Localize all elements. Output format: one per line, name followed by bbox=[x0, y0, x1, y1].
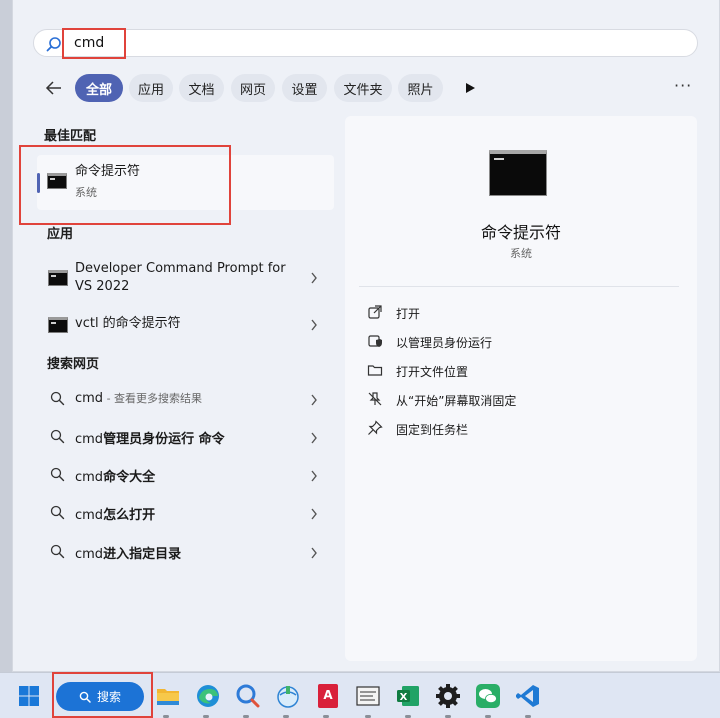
action-unpin-start[interactable]: 从“开始”屏幕取消固定 bbox=[367, 389, 667, 411]
search-icon bbox=[50, 391, 65, 406]
web-search-heading: 搜索网页 bbox=[47, 357, 100, 372]
app-title-line1: Developer Command Prompt for bbox=[75, 261, 286, 276]
svg-text:A: A bbox=[323, 688, 333, 702]
web-query: cmd bbox=[75, 547, 104, 562]
action-pin-taskbar-label: 固定到任务栏 bbox=[396, 423, 469, 437]
web-suggestion: 命令大全 bbox=[103, 470, 156, 485]
action-unpin-start-label: 从“开始”屏幕取消固定 bbox=[396, 394, 517, 408]
app-result-item[interactable]: Developer Command Prompt for VS 2022 bbox=[44, 258, 334, 298]
command-prompt-icon bbox=[48, 317, 68, 333]
more-options-icon[interactable]: ··· bbox=[674, 76, 692, 95]
admin-shield-icon bbox=[368, 335, 382, 347]
edge-browser-icon[interactable] bbox=[193, 681, 223, 711]
chevron-right-icon[interactable] bbox=[310, 319, 318, 331]
action-run-as-admin-label: 以管理员身份运行 bbox=[396, 336, 493, 350]
tab-documents[interactable]: 文档 bbox=[179, 74, 224, 102]
action-open[interactable]: 打开 bbox=[367, 302, 667, 324]
search-icon bbox=[50, 429, 65, 444]
action-pin-taskbar[interactable]: 固定到任务栏 bbox=[367, 418, 667, 440]
action-open-file-location[interactable]: 打开文件位置 bbox=[367, 360, 667, 382]
chevron-right-icon[interactable] bbox=[310, 470, 318, 482]
web-hint: - 查看更多搜索结果 bbox=[103, 392, 203, 405]
search-input[interactable]: cmd bbox=[33, 29, 698, 57]
chevron-right-icon[interactable] bbox=[310, 508, 318, 520]
search-query-highlight bbox=[62, 28, 126, 59]
unpin-icon bbox=[368, 392, 382, 406]
excel-icon[interactable]: X bbox=[393, 681, 423, 711]
tab-apps[interactable]: 应用 bbox=[129, 74, 173, 102]
action-run-as-admin[interactable]: 以管理员身份运行 bbox=[367, 331, 667, 353]
search-icon bbox=[50, 467, 65, 482]
web-query: cmd bbox=[75, 391, 104, 406]
pin-icon bbox=[368, 420, 383, 435]
chevron-right-icon[interactable] bbox=[310, 394, 318, 406]
open-external-icon bbox=[368, 305, 382, 319]
details-title: 命令提示符 bbox=[480, 223, 561, 242]
search-icon bbox=[50, 544, 65, 559]
app-title: vctl 的命令提示符 bbox=[75, 316, 181, 331]
file-explorer-icon[interactable] bbox=[153, 681, 183, 711]
taskbar-search-highlight bbox=[52, 672, 153, 718]
web-result-text: cmd管理员身份运行 命令 bbox=[75, 428, 225, 447]
action-open-file-location-label: 打开文件位置 bbox=[396, 365, 469, 379]
filter-bar: 全部 应用 文档 网页 设置 文件夹 照片 ··· bbox=[44, 74, 704, 102]
search-icon bbox=[50, 505, 65, 520]
wechat-icon[interactable] bbox=[473, 681, 503, 711]
more-filters-arrow-icon[interactable] bbox=[464, 82, 476, 94]
web-result-item[interactable]: cmd进入指定目录 bbox=[44, 537, 334, 567]
folder-icon bbox=[367, 365, 383, 376]
back-arrow-icon[interactable] bbox=[44, 78, 64, 98]
chevron-right-icon[interactable] bbox=[310, 272, 318, 284]
web-result-item[interactable]: cmd管理员身份运行 命令 bbox=[44, 422, 334, 452]
best-match-heading: 最佳匹配 bbox=[44, 129, 97, 144]
tab-all[interactable]: 全部 bbox=[75, 74, 123, 102]
divider bbox=[359, 286, 679, 287]
web-suggestion: 怎么打开 bbox=[103, 508, 156, 523]
web-result-text: cmd - 查看更多搜索结果 bbox=[75, 390, 202, 406]
tab-photos[interactable]: 照片 bbox=[398, 74, 443, 102]
app-result-item[interactable]: vctl 的命令提示符 bbox=[44, 309, 334, 339]
tab-web[interactable]: 网页 bbox=[231, 74, 275, 102]
best-match-highlight bbox=[19, 145, 231, 225]
search-icon bbox=[46, 37, 61, 52]
action-open-label: 打开 bbox=[396, 307, 421, 321]
web-suggestion: 管理员身份运行 命令 bbox=[103, 432, 225, 447]
web-result-item[interactable]: cmd命令大全 bbox=[44, 460, 334, 490]
web-query: cmd bbox=[75, 470, 104, 485]
chevron-right-icon[interactable] bbox=[310, 432, 318, 444]
autocad-icon[interactable]: A bbox=[313, 681, 343, 711]
vs-code-icon[interactable] bbox=[513, 681, 543, 711]
details-pane: 命令提示符 系统 打开 以管理员身份运行 打开文件位置 从“开始”屏幕取消固定 bbox=[345, 116, 697, 661]
web-result-text: cmd怎么打开 bbox=[75, 504, 155, 523]
web-suggestion: 进入指定目录 bbox=[103, 547, 182, 562]
tab-settings[interactable]: 设置 bbox=[282, 74, 327, 102]
web-query: cmd bbox=[75, 508, 104, 523]
search-app-icon[interactable] bbox=[233, 681, 263, 711]
notepad-app-icon[interactable] bbox=[353, 681, 383, 711]
web-result-item[interactable]: cmd - 查看更多搜索结果 bbox=[44, 384, 334, 414]
app-title-line2: VS 2022 bbox=[75, 279, 130, 294]
command-prompt-large-icon bbox=[489, 150, 547, 196]
chevron-right-icon[interactable] bbox=[310, 547, 318, 559]
web-query: cmd bbox=[75, 432, 104, 447]
details-subtitle: 系统 bbox=[510, 247, 532, 260]
web-result-text: cmd命令大全 bbox=[75, 466, 155, 485]
taskbar: 搜索 A X bbox=[0, 672, 720, 718]
windows-start-icon[interactable] bbox=[14, 681, 44, 711]
settings-gear-icon[interactable] bbox=[433, 681, 463, 711]
tab-folders[interactable]: 文件夹 bbox=[334, 74, 392, 102]
apps-heading: 应用 bbox=[47, 227, 74, 242]
network-app-icon[interactable] bbox=[273, 681, 303, 711]
command-prompt-icon bbox=[48, 270, 68, 286]
web-result-text: cmd进入指定目录 bbox=[75, 543, 181, 562]
svg-text:X: X bbox=[400, 692, 408, 703]
web-result-item[interactable]: cmd怎么打开 bbox=[44, 498, 334, 528]
